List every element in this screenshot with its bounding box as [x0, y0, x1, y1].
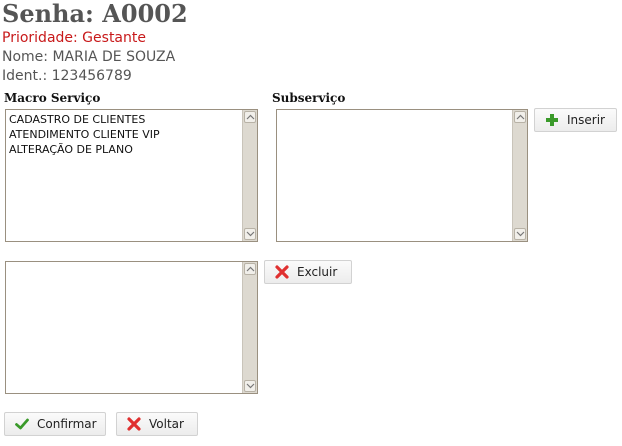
chevron-up-icon: [246, 114, 255, 120]
scrollbar[interactable]: [512, 110, 527, 241]
scroll-up-button[interactable]: [244, 263, 256, 275]
voltar-button[interactable]: Voltar: [116, 412, 198, 436]
scrollbar[interactable]: [242, 110, 257, 241]
list-item[interactable]: ATENDIMENTO CLIENTE VIP: [8, 127, 239, 142]
x-icon: [275, 265, 289, 279]
scroll-up-button[interactable]: [244, 111, 256, 123]
check-icon: [15, 417, 29, 431]
confirmar-label: Confirmar: [37, 417, 97, 431]
scrollbar[interactable]: [242, 262, 257, 393]
atendimento-page: Senha: A0002 Prioridade: Gestante Nome: …: [0, 0, 622, 446]
plus-icon: [545, 113, 559, 127]
chevron-down-icon: [246, 231, 255, 237]
chevron-up-icon: [246, 266, 255, 272]
voltar-label: Voltar: [149, 417, 184, 431]
inserir-button[interactable]: Inserir: [534, 108, 617, 132]
inserir-label: Inserir: [567, 113, 605, 127]
macro-servico-list[interactable]: CADASTRO DE CLIENTES ATENDIMENTO CLIENTE…: [5, 109, 258, 242]
chevron-up-icon: [516, 114, 525, 120]
excluir-label: Excluir: [297, 265, 338, 279]
list-item[interactable]: CADASTRO DE CLIENTES: [8, 112, 239, 127]
chevron-down-icon: [246, 383, 255, 389]
page-title: Senha: A0002: [2, 0, 188, 28]
list-item[interactable]: ALTERAÇÃO DE PLANO: [8, 142, 239, 157]
scroll-down-button[interactable]: [514, 228, 526, 240]
macro-servico-items: CADASTRO DE CLIENTES ATENDIMENTO CLIENTE…: [8, 112, 239, 157]
selecionados-list[interactable]: [5, 261, 258, 394]
priority-text: Prioridade: Gestante: [2, 30, 146, 46]
subservico-list[interactable]: [276, 109, 528, 242]
chevron-down-icon: [516, 231, 525, 237]
x-icon: [127, 417, 141, 431]
name-text: Nome: MARIA DE SOUZA: [2, 49, 176, 65]
scroll-up-button[interactable]: [514, 111, 526, 123]
ident-text: Ident.: 123456789: [2, 68, 132, 84]
scroll-down-button[interactable]: [244, 380, 256, 392]
subservico-label: Subserviço: [272, 91, 346, 105]
macro-servico-label: Macro Serviço: [4, 91, 101, 105]
confirmar-button[interactable]: Confirmar: [4, 412, 106, 436]
scroll-down-button[interactable]: [244, 228, 256, 240]
excluir-button[interactable]: Excluir: [264, 260, 352, 284]
